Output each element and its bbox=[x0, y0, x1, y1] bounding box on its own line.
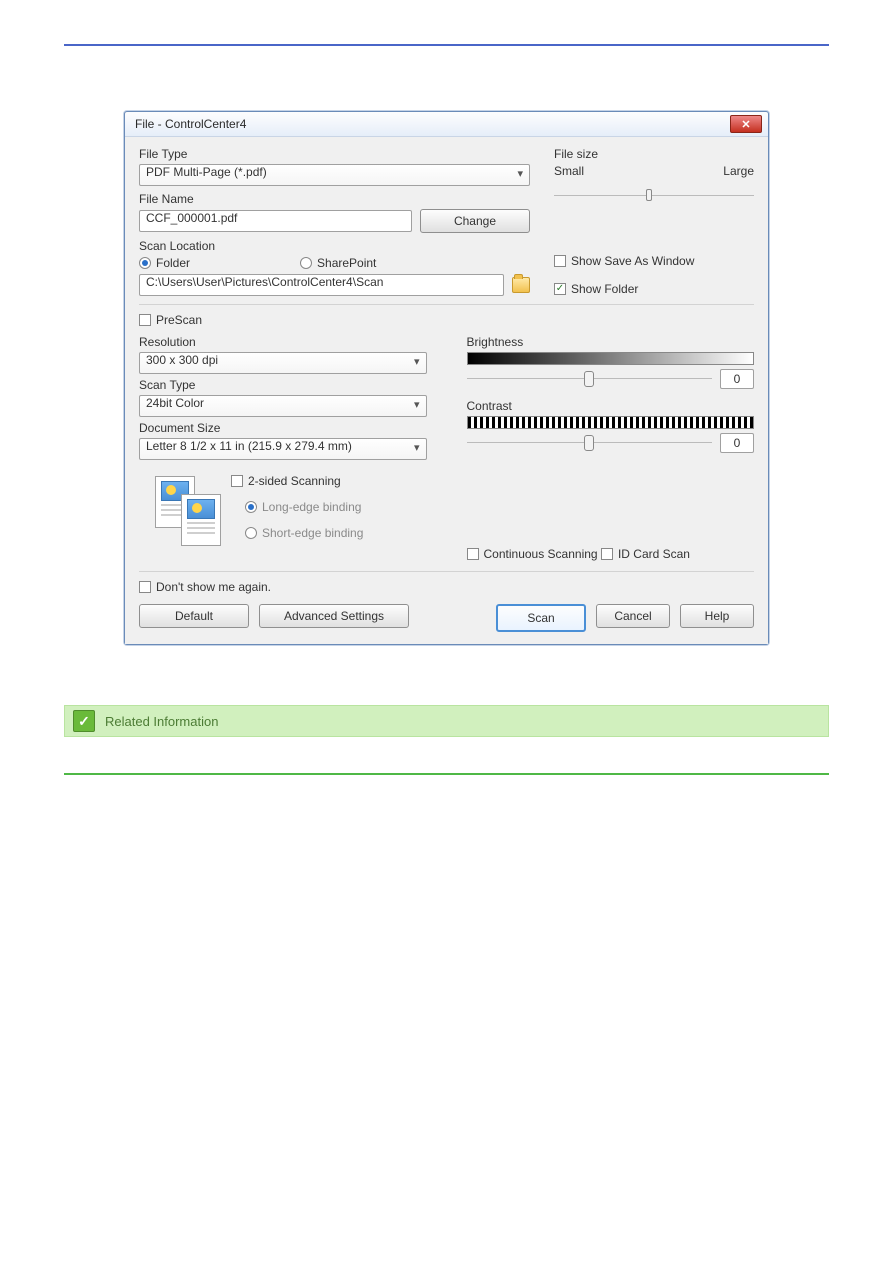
default-button[interactable]: Default bbox=[139, 604, 249, 628]
file-size-label: File size bbox=[554, 147, 754, 161]
small-label: Small bbox=[554, 164, 584, 178]
related-info-bar: ✓ Related Information bbox=[64, 705, 829, 737]
contrast-slider[interactable] bbox=[467, 434, 713, 452]
titlebar: File - ControlCenter4 ✕ bbox=[125, 112, 768, 137]
scan-button[interactable]: Scan bbox=[496, 604, 586, 632]
scan-location-label: Scan Location bbox=[139, 239, 530, 253]
check-icon: ✓ bbox=[73, 710, 95, 732]
doc-size-select[interactable]: Letter 8 1/2 x 11 in (215.9 x 279.4 mm) bbox=[139, 438, 427, 460]
help-button[interactable]: Help bbox=[680, 604, 754, 628]
file-name-label: File Name bbox=[139, 192, 530, 206]
brightness-slider[interactable] bbox=[467, 370, 713, 388]
related-info-title: Related Information bbox=[105, 714, 218, 729]
show-save-as-checkbox[interactable]: Show Save As Window bbox=[554, 254, 694, 268]
contrast-stripe bbox=[467, 416, 755, 429]
resolution-select[interactable]: 300 x 300 dpi bbox=[139, 352, 427, 374]
continuous-scanning-checkbox[interactable]: Continuous Scanning bbox=[467, 547, 598, 561]
brightness-value[interactable]: 0 bbox=[720, 369, 754, 389]
two-sided-checkbox[interactable]: 2-sided Scanning bbox=[231, 474, 363, 488]
folder-path-value: C:\Users\User\Pictures\ControlCenter4\Sc… bbox=[146, 275, 383, 289]
doc-size-label: Document Size bbox=[139, 421, 427, 435]
contrast-label: Contrast bbox=[467, 399, 755, 413]
file-dialog: File - ControlCenter4 ✕ File Type PDF Mu… bbox=[124, 111, 769, 645]
advanced-settings-button[interactable]: Advanced Settings bbox=[259, 604, 409, 628]
file-name-value: CCF_000001.pdf bbox=[146, 211, 237, 225]
large-label: Large bbox=[723, 164, 754, 178]
folder-radio[interactable]: Folder bbox=[139, 256, 190, 270]
dont-show-checkbox[interactable]: Don't show me again. bbox=[139, 580, 271, 594]
folder-path-input[interactable]: C:\Users\User\Pictures\ControlCenter4\Sc… bbox=[139, 274, 504, 296]
long-edge-radio: Long-edge binding bbox=[245, 500, 363, 514]
green-divider bbox=[64, 773, 829, 775]
resolution-label: Resolution bbox=[139, 335, 427, 349]
dialog-title: File - ControlCenter4 bbox=[135, 117, 246, 131]
file-type-label: File Type bbox=[139, 147, 530, 161]
file-type-value: PDF Multi-Page (*.pdf) bbox=[146, 165, 267, 179]
show-folder-checkbox[interactable]: Show Folder bbox=[554, 282, 638, 296]
prescan-checkbox[interactable]: PreScan bbox=[139, 313, 202, 327]
contrast-value[interactable]: 0 bbox=[720, 433, 754, 453]
brightness-gradient bbox=[467, 352, 755, 365]
brightness-label: Brightness bbox=[467, 335, 755, 349]
change-button[interactable]: Change bbox=[420, 209, 530, 233]
short-edge-radio: Short-edge binding bbox=[245, 526, 363, 540]
scan-type-select[interactable]: 24bit Color bbox=[139, 395, 427, 417]
close-icon[interactable]: ✕ bbox=[730, 115, 762, 133]
file-name-input[interactable]: CCF_000001.pdf bbox=[139, 210, 412, 232]
browse-folder-icon[interactable] bbox=[512, 277, 530, 293]
file-type-select[interactable]: PDF Multi-Page (*.pdf) bbox=[139, 164, 530, 186]
sharepoint-radio[interactable]: SharePoint bbox=[300, 256, 376, 270]
id-card-scan-checkbox[interactable]: ID Card Scan bbox=[601, 547, 690, 561]
scan-type-label: Scan Type bbox=[139, 378, 427, 392]
cancel-button[interactable]: Cancel bbox=[596, 604, 670, 628]
file-size-slider[interactable] bbox=[554, 186, 754, 208]
two-sided-preview-icon bbox=[155, 476, 207, 546]
